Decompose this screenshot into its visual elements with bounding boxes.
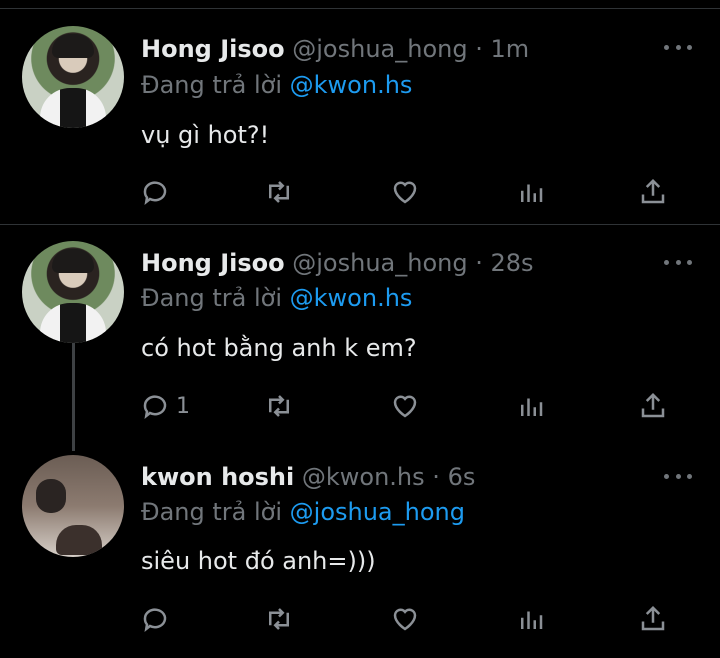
- like-icon: [393, 181, 417, 204]
- tweet-header: Hong Jisoo @joshua_hong · 1m: [141, 34, 529, 64]
- reply-button[interactable]: 1: [140, 389, 190, 423]
- user-handle[interactable]: @joshua_hong: [292, 249, 467, 277]
- like-button[interactable]: [390, 602, 420, 636]
- user-handle[interactable]: @kwon.hs: [302, 463, 425, 491]
- reply-button[interactable]: [140, 175, 176, 209]
- avatar[interactable]: [22, 455, 124, 557]
- retweet-button[interactable]: [264, 175, 294, 209]
- separator-dot: ·: [432, 463, 440, 491]
- thread-line: [72, 343, 75, 451]
- reply-icon: [143, 395, 167, 420]
- reply-prefix: Đang trả lời: [141, 71, 283, 99]
- timestamp[interactable]: 1m: [491, 35, 530, 63]
- replying-to: Đang trả lời @joshua_hong: [141, 497, 465, 527]
- display-name[interactable]: Hong Jisoo: [141, 35, 285, 63]
- reply-count: 1: [176, 393, 190, 419]
- tweet-text: siêu hot đó anh=))): [141, 547, 376, 575]
- reply-mention[interactable]: @joshua_hong: [290, 498, 465, 526]
- analytics-button[interactable]: [516, 602, 546, 636]
- analytics-icon: [521, 398, 543, 416]
- action-bar: [140, 175, 680, 209]
- retweet-icon: [269, 608, 289, 630]
- tweet[interactable]: Hong Jisoo @joshua_hong · 28s Đang trả l…: [0, 225, 720, 451]
- replying-to: Đang trả lời @kwon.hs: [141, 70, 412, 100]
- reply-mention[interactable]: @kwon.hs: [290, 71, 413, 99]
- tweet-text: vụ gì hot?!: [141, 121, 270, 149]
- avatar[interactable]: [22, 26, 124, 128]
- reply-icon: [143, 608, 167, 633]
- tweet-header: Hong Jisoo @joshua_hong · 28s: [141, 248, 534, 278]
- tweet[interactable]: Hong Jisoo @joshua_hong · 1m Đang trả lờ…: [0, 0, 720, 224]
- share-button[interactable]: [638, 602, 668, 636]
- display-name[interactable]: Hong Jisoo: [141, 249, 285, 277]
- share-icon: [641, 392, 665, 418]
- reply-button[interactable]: [140, 602, 176, 636]
- more-icon[interactable]: [664, 256, 692, 268]
- action-bar: [140, 602, 680, 636]
- timestamp[interactable]: 28s: [491, 249, 534, 277]
- retweet-icon: [269, 395, 289, 417]
- share-button[interactable]: [638, 175, 668, 209]
- like-icon: [393, 608, 417, 631]
- share-icon: [641, 178, 665, 204]
- separator-dot: ·: [475, 249, 483, 277]
- avatar[interactable]: [22, 241, 124, 343]
- action-bar: 1: [140, 389, 680, 423]
- share-button[interactable]: [638, 389, 668, 423]
- analytics-button[interactable]: [516, 175, 546, 209]
- tweet-header: kwon hoshi @kwon.hs · 6s: [141, 462, 475, 492]
- more-icon[interactable]: [664, 470, 692, 482]
- like-button[interactable]: [390, 175, 420, 209]
- retweet-button[interactable]: [264, 602, 294, 636]
- reply-icon: [143, 181, 167, 206]
- analytics-icon: [521, 184, 543, 202]
- separator-dot: ·: [475, 35, 483, 63]
- share-icon: [641, 605, 665, 631]
- reply-mention[interactable]: @kwon.hs: [290, 284, 413, 312]
- retweet-icon: [269, 181, 289, 203]
- more-icon[interactable]: [664, 41, 692, 53]
- replying-to: Đang trả lời @kwon.hs: [141, 283, 412, 313]
- tweet[interactable]: kwon hoshi @kwon.hs · 6s Đang trả lời @j…: [0, 440, 720, 658]
- display-name[interactable]: kwon hoshi: [141, 463, 294, 491]
- analytics-button[interactable]: [516, 389, 546, 423]
- reply-prefix: Đang trả lời: [141, 498, 283, 526]
- reply-prefix: Đang trả lời: [141, 284, 283, 312]
- retweet-button[interactable]: [264, 389, 294, 423]
- user-handle[interactable]: @joshua_hong: [292, 35, 467, 63]
- tweet-text: có hot bằng anh k em?: [141, 334, 417, 362]
- like-button[interactable]: [390, 389, 420, 423]
- like-icon: [393, 395, 417, 418]
- analytics-icon: [521, 611, 543, 629]
- timestamp[interactable]: 6s: [448, 463, 476, 491]
